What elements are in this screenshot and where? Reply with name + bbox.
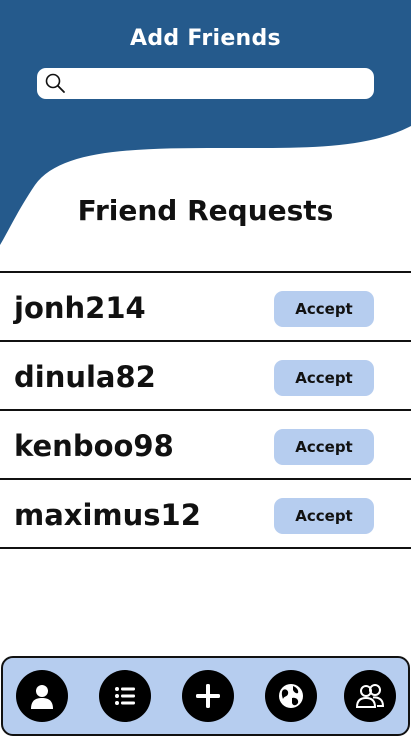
add-icon <box>196 684 220 708</box>
friend-username: kenboo98 <box>14 429 174 463</box>
accept-button[interactable]: Accept <box>274 498 374 534</box>
nav-friends-button[interactable] <box>344 670 396 722</box>
nav-profile-button[interactable] <box>16 670 68 722</box>
friend-username: jonh214 <box>14 291 146 325</box>
search-icon <box>45 73 65 93</box>
nav-globe-button[interactable] <box>265 670 317 722</box>
friend-request-row: kenboo98 Accept <box>0 409 411 478</box>
accept-button[interactable]: Accept <box>274 360 374 396</box>
friend-request-row: maximus12 Accept <box>0 478 411 549</box>
search-input[interactable] <box>71 72 361 94</box>
friend-requests-title: Friend Requests <box>77 194 334 227</box>
friend-username: maximus12 <box>14 498 201 532</box>
accept-button[interactable]: Accept <box>274 429 374 465</box>
bottom-navigation <box>1 656 410 736</box>
friend-request-row: dinula82 Accept <box>0 340 411 409</box>
friend-request-row: jonh214 Accept <box>0 271 411 340</box>
friends-icon <box>355 684 385 708</box>
friend-request-list: jonh214 Accept dinula82 Accept kenboo98 … <box>0 271 411 549</box>
page-title: Add Friends <box>130 26 281 51</box>
globe-icon <box>279 684 303 708</box>
profile-icon <box>31 685 53 709</box>
list-icon <box>115 687 135 705</box>
nav-add-button[interactable] <box>182 670 234 722</box>
accept-button[interactable]: Accept <box>274 291 374 327</box>
nav-list-button[interactable] <box>99 670 151 722</box>
search-bar[interactable] <box>37 68 374 99</box>
friend-username: dinula82 <box>14 360 156 394</box>
